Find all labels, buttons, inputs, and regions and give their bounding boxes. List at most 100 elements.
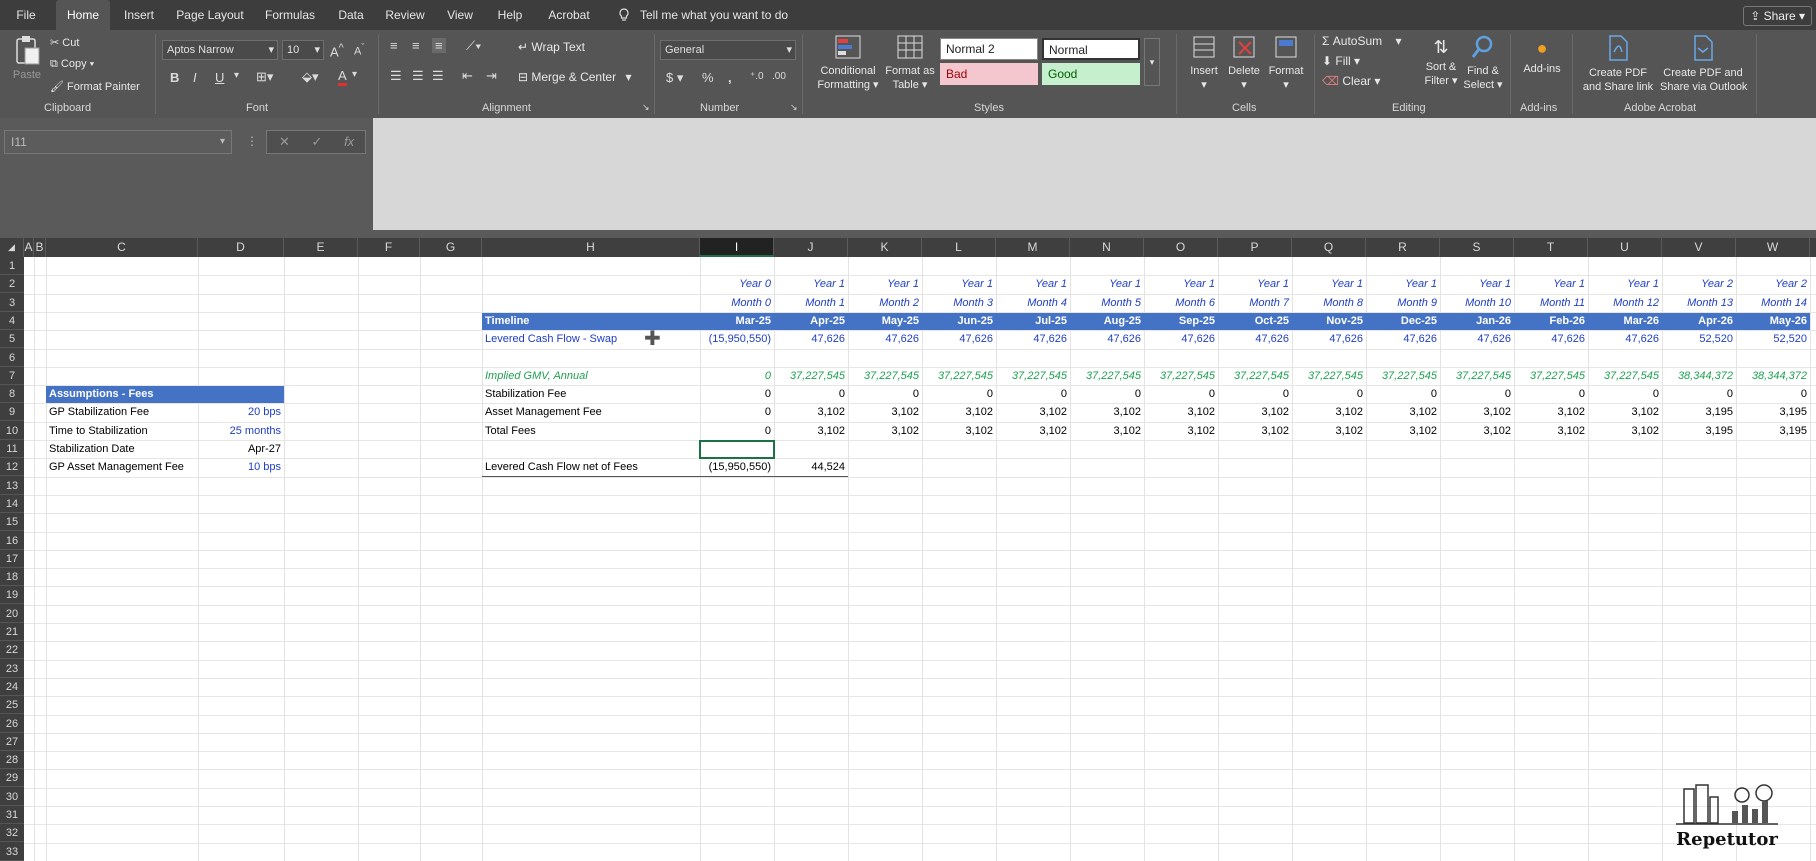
row-header-10[interactable]: 10 xyxy=(0,422,24,440)
find-select-button[interactable]: Find & Select ▾ xyxy=(1462,34,1504,92)
style-bad[interactable]: Bad xyxy=(940,63,1038,85)
month-cell[interactable]: Month 0 xyxy=(700,294,774,312)
more-options-icon[interactable]: ⋮ xyxy=(246,134,258,148)
implied-gmv-cell[interactable]: 37,227,545 xyxy=(1070,367,1144,385)
decrease-decimal-icon[interactable]: .00 xyxy=(772,71,786,82)
stabilization-fee-cell[interactable]: 0 xyxy=(1736,385,1810,403)
levered-cash-flow-cell[interactable]: 47,626 xyxy=(922,330,996,348)
row-header-21[interactable]: 21 xyxy=(0,623,24,641)
column-header-d[interactable]: D xyxy=(198,238,284,257)
stabilization-fee-cell[interactable]: 0 xyxy=(1144,385,1218,403)
wrap-text-button[interactable]: ↵ Wrap Text xyxy=(518,40,585,54)
styles-more-button[interactable]: ▾ xyxy=(1144,38,1160,86)
row-header-25[interactable]: 25 xyxy=(0,696,24,715)
month-cell[interactable]: Month 5 xyxy=(1070,294,1144,312)
column-header-a[interactable]: A xyxy=(24,238,34,257)
stabilization-fee-cell[interactable]: 0 xyxy=(1662,385,1736,403)
row-header-27[interactable]: 27 xyxy=(0,733,24,751)
asset-management-fee-cell[interactable]: 3,195 xyxy=(1736,403,1810,421)
bold-button[interactable]: B xyxy=(170,70,179,85)
create-pdf-outlook-button[interactable]: Create PDF and Share via Outlook xyxy=(1660,34,1747,94)
total-fees-cell[interactable]: 0 xyxy=(700,422,774,440)
row-header-31[interactable]: 31 xyxy=(0,806,24,824)
tell-me-search[interactable]: Tell me what you want to do xyxy=(640,0,790,30)
year-cell[interactable]: Year 1 xyxy=(1588,275,1662,293)
dialog-launcher-icon[interactable]: ↘ xyxy=(790,102,798,113)
asset-management-fee-cell[interactable]: 3,195 xyxy=(1662,403,1736,421)
implied-gmv-cell[interactable]: 37,227,545 xyxy=(1440,367,1514,385)
style-normal-2[interactable]: Normal 2 xyxy=(940,38,1038,60)
tab-page-layout[interactable]: Page Layout xyxy=(172,0,248,30)
row-header-13[interactable]: 13 xyxy=(0,477,24,495)
year-cell[interactable]: Year 1 xyxy=(1144,275,1218,293)
tab-view[interactable]: View xyxy=(440,0,480,30)
fill-button[interactable]: ⬇ Fill ▾ xyxy=(1322,54,1360,68)
enter-icon[interactable]: ✓ xyxy=(312,134,323,149)
levered-cash-flow-cell[interactable]: 47,626 xyxy=(1366,330,1440,348)
cancel-icon[interactable]: ✕ xyxy=(279,134,290,149)
row-header-33[interactable]: 33 xyxy=(0,843,24,861)
column-header-j[interactable]: J xyxy=(774,238,848,257)
row-header-17[interactable]: 17 xyxy=(0,550,24,568)
date-header-cell[interactable]: Apr-25 xyxy=(774,312,848,330)
levered-cash-flow-cell[interactable]: 52,520 xyxy=(1662,330,1736,348)
tab-review[interactable]: Review xyxy=(380,0,430,30)
column-header-c[interactable]: C xyxy=(46,238,198,257)
stabilization-fee-cell[interactable]: 0 xyxy=(922,385,996,403)
column-header-p[interactable]: P xyxy=(1218,238,1292,257)
row-header-11[interactable]: 11 xyxy=(0,440,24,458)
row-header-24[interactable]: 24 xyxy=(0,678,24,696)
row-header-20[interactable]: 20 xyxy=(0,605,24,623)
total-fees-cell[interactable]: 3,102 xyxy=(774,422,848,440)
month-cell[interactable]: Month 4 xyxy=(996,294,1070,312)
column-header-q[interactable]: Q xyxy=(1292,238,1366,257)
column-header-f[interactable]: F xyxy=(358,238,420,257)
row-header-28[interactable]: 28 xyxy=(0,751,24,770)
month-cell[interactable]: Month 12 xyxy=(1588,294,1662,312)
stabilization-fee-cell[interactable]: 0 xyxy=(1440,385,1514,403)
row-header-23[interactable]: 23 xyxy=(0,660,24,678)
date-header-cell[interactable]: Sep-25 xyxy=(1144,312,1218,330)
month-cell[interactable]: Month 13 xyxy=(1662,294,1736,312)
column-header-e[interactable]: E xyxy=(284,238,358,257)
asset-management-fee-cell[interactable]: 3,102 xyxy=(1366,403,1440,421)
date-header-cell[interactable]: Aug-25 xyxy=(1070,312,1144,330)
column-header-v[interactable]: V xyxy=(1662,238,1736,257)
total-fees-cell[interactable]: 3,102 xyxy=(1366,422,1440,440)
stabilization-fee-cell[interactable]: 0 xyxy=(1366,385,1440,403)
total-fees-cell[interactable]: 3,102 xyxy=(1144,422,1218,440)
column-header-m[interactable]: M xyxy=(996,238,1070,257)
date-header-cell[interactable]: Jul-25 xyxy=(996,312,1070,330)
tab-file[interactable]: File xyxy=(8,0,44,30)
levered-cash-flow-cell[interactable]: 47,626 xyxy=(1292,330,1366,348)
font-color-icon[interactable]: A xyxy=(338,69,347,86)
stabilization-fee-cell[interactable]: 0 xyxy=(700,385,774,403)
row-header-12[interactable]: 12 xyxy=(0,458,24,477)
row-header-2[interactable]: 2 xyxy=(0,275,24,294)
total-fees-cell[interactable]: 3,102 xyxy=(996,422,1070,440)
increase-indent-icon[interactable]: ⇥ xyxy=(486,68,497,84)
total-fees-cell[interactable]: 3,102 xyxy=(1514,422,1588,440)
asset-management-fee-cell[interactable]: 3,102 xyxy=(774,403,848,421)
tab-home[interactable]: Home xyxy=(56,0,110,32)
implied-gmv-cell[interactable]: 37,227,545 xyxy=(1292,367,1366,385)
asset-management-fee-cell[interactable]: 3,102 xyxy=(1144,403,1218,421)
levered-cash-flow-cell[interactable]: 47,626 xyxy=(774,330,848,348)
copy-button[interactable]: ⧉ Copy ▾ xyxy=(50,58,94,71)
row-header-8[interactable]: 8 xyxy=(0,385,24,404)
month-cell[interactable]: Month 10 xyxy=(1440,294,1514,312)
style-normal[interactable]: Normal xyxy=(1042,38,1140,60)
assumptions-title[interactable]: Assumptions - Fees xyxy=(46,385,198,403)
selected-cell-i11[interactable] xyxy=(699,440,775,460)
align-right-icon[interactable]: ☰ xyxy=(432,68,444,84)
stabilization-fee-cell[interactable]: 0 xyxy=(1588,385,1662,403)
column-header-o[interactable]: O xyxy=(1144,238,1218,257)
stabilization-fee-cell[interactable]: 0 xyxy=(1070,385,1144,403)
year-cell[interactable]: Year 1 xyxy=(1218,275,1292,293)
column-header-s[interactable]: S xyxy=(1440,238,1514,257)
stabilization-fee-cell[interactable]: 0 xyxy=(848,385,922,403)
implied-gmv-cell[interactable]: 37,227,545 xyxy=(1588,367,1662,385)
levered-cash-flow-cell[interactable]: 47,626 xyxy=(1440,330,1514,348)
total-fees-cell[interactable]: 3,195 xyxy=(1736,422,1810,440)
currency-button[interactable]: $ ▾ xyxy=(666,70,683,86)
